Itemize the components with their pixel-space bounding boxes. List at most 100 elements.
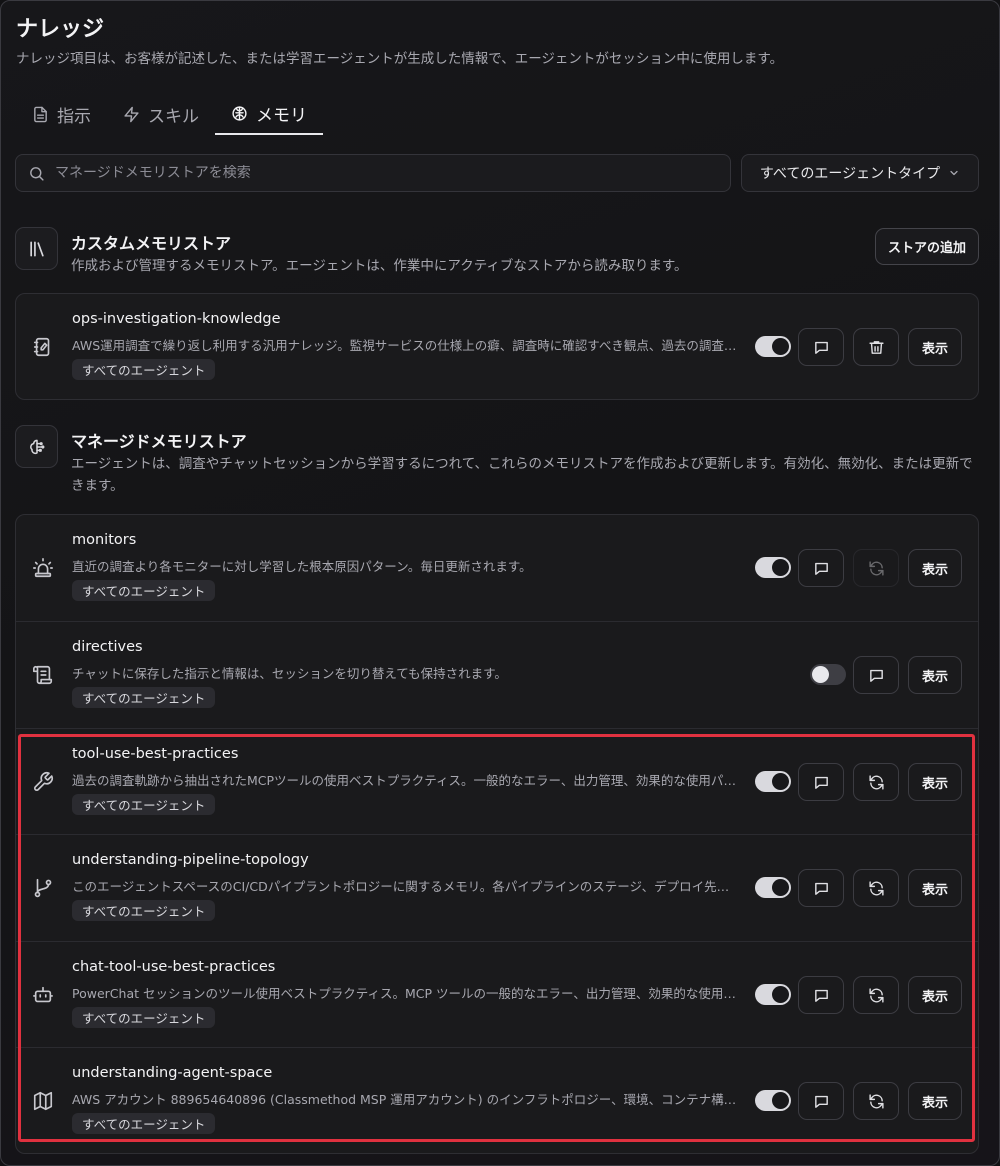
brain-circuit-icon-box	[15, 425, 58, 468]
store-description: PowerChat セッションのツール使用ベストプラクティス。MCP ツールの一…	[72, 986, 737, 1001]
managed-section-description: エージェントは、調査やチャットセッションから学習するにつれて、これらのメモリスト…	[71, 456, 973, 494]
refresh-icon	[868, 560, 884, 576]
knowledge-page: ナレッジ ナレッジ項目は、お客様が記述した、または学習エージェントが生成した情報…	[0, 0, 1000, 1166]
agent-badge: すべてのエージェント	[72, 1007, 216, 1028]
enable-toggle[interactable]	[810, 664, 846, 685]
message-square-icon	[869, 669, 883, 682]
store-name: understanding-pipeline-topology	[72, 852, 309, 868]
library-icon-box	[15, 227, 58, 270]
tab-memory[interactable]: メモリ	[215, 93, 323, 135]
list-item: tool-use-best-practices 過去の調査軌跡から抽出されたMC…	[16, 728, 978, 834]
list-item: chat-tool-use-best-practices PowerChat セ…	[16, 941, 978, 1047]
custom-section-title: カスタムメモリストア	[71, 234, 232, 253]
tab-instructions-label: 指示	[57, 106, 91, 127]
list-item: monitors 直近の調査より各モニターに対し学習した根本原因パターン。毎日更…	[16, 515, 978, 621]
view-button[interactable]: 表示	[908, 763, 962, 801]
agent-badge: すべてのエージェント	[72, 1113, 216, 1134]
agent-badge: すべてのエージェント	[72, 580, 216, 601]
trash-icon	[868, 340, 884, 354]
store-name: chat-tool-use-best-practices	[72, 959, 276, 975]
wrench-icon	[32, 771, 54, 793]
tab-instructions[interactable]: 指示	[16, 93, 107, 135]
chat-button[interactable]	[798, 1082, 844, 1120]
managed-store-card: monitors 直近の調査より各モニターに対し学習した根本原因パターン。毎日更…	[15, 514, 979, 1154]
delete-button[interactable]	[853, 328, 899, 366]
custom-store-card: ops-investigation-knowledge AWS運用調査で繰り返し…	[15, 293, 979, 400]
chat-button[interactable]	[798, 549, 844, 587]
enable-toggle[interactable]	[755, 336, 791, 357]
refresh-button[interactable]	[853, 549, 899, 587]
view-button[interactable]: 表示	[908, 328, 962, 366]
enable-toggle[interactable]	[755, 984, 791, 1005]
chat-button[interactable]	[798, 869, 844, 907]
refresh-icon	[868, 880, 884, 896]
agent-type-select-value: すべてのエージェントタイプ	[759, 166, 941, 182]
bot-icon	[32, 984, 54, 1006]
store-name: understanding-agent-space	[72, 1065, 273, 1081]
agent-type-select[interactable]: すべてのエージェントタイプ	[741, 154, 979, 192]
search-icon	[30, 166, 44, 181]
custom-section-description: 作成および管理するメモリストア。エージェントは、作業中にアクティブなストアから読…	[71, 258, 688, 274]
refresh-button[interactable]	[853, 763, 899, 801]
store-description: AWS アカウント 889654640896 (Classmethod MSP …	[72, 1092, 737, 1107]
page-title: ナレッジ	[16, 17, 105, 42]
tab-bar: 指示 スキル メモリ	[16, 93, 323, 137]
store-name: directives	[72, 639, 143, 655]
enable-toggle[interactable]	[755, 771, 791, 792]
store-description: 過去の調査軌跡から抽出されたMCPツールの使用ベストプラクティス。一般的なエラー…	[72, 773, 737, 788]
brain-circuit-icon	[29, 439, 44, 454]
store-description: AWS運用調査で繰り返し利用する汎用ナレッジ。監視サービスの仕様上の癖、調査時に…	[72, 338, 737, 353]
siren-icon	[32, 557, 54, 579]
chevron-down-icon	[950, 170, 958, 176]
list-item: directives チャットに保存した指示と情報は、セッションを切り替えても保…	[16, 621, 978, 727]
message-square-icon	[814, 776, 828, 789]
view-button[interactable]: 表示	[908, 869, 962, 907]
chat-button[interactable]	[798, 328, 844, 366]
page-subtitle: ナレッジ項目は、お客様が記述した、または学習エージェントが生成した情報で、エージ…	[16, 51, 784, 67]
store-description: 直近の調査より各モニターに対し学習した根本原因パターン。毎日更新されます。	[72, 559, 532, 574]
agent-badge: すべてのエージェント	[72, 900, 216, 921]
lightning-icon	[124, 106, 139, 122]
enable-toggle[interactable]	[755, 1090, 791, 1111]
add-store-button[interactable]: ストアの追加	[875, 228, 979, 265]
scroll-icon	[32, 664, 54, 686]
store-name: monitors	[72, 532, 137, 548]
tab-memory-label: メモリ	[256, 105, 307, 126]
chat-button[interactable]	[853, 656, 899, 694]
agent-badge: すべてのエージェント	[72, 794, 216, 815]
library-icon	[29, 241, 44, 256]
message-square-icon	[814, 882, 828, 895]
agent-badge: すべてのエージェント	[72, 687, 216, 708]
store-description: チャットに保存した指示と情報は、セッションを切り替えても保持されます。	[72, 666, 507, 681]
search-box	[15, 154, 731, 192]
store-name: tool-use-best-practices	[72, 746, 239, 762]
view-button[interactable]: 表示	[908, 656, 962, 694]
managed-section-title: マネージドメモリストア	[71, 432, 247, 451]
refresh-icon	[868, 987, 884, 1003]
view-button[interactable]: 表示	[908, 1082, 962, 1120]
refresh-button[interactable]	[853, 1082, 899, 1120]
search-input[interactable]	[55, 165, 695, 181]
chat-button[interactable]	[798, 976, 844, 1014]
list-item: understanding-agent-space AWS アカウント 8896…	[16, 1047, 978, 1153]
store-name: ops-investigation-knowledge	[72, 311, 281, 327]
enable-toggle[interactable]	[755, 557, 791, 578]
store-description: このエージェントスペースのCI/CDパイプラントポロジーに関するメモリ。各パイプ…	[72, 879, 737, 894]
tab-skills[interactable]: スキル	[107, 93, 215, 135]
view-button[interactable]: 表示	[908, 549, 962, 587]
tab-skills-label: スキル	[148, 106, 199, 127]
notebook-pen-icon	[32, 336, 54, 358]
message-square-icon	[814, 1095, 828, 1108]
list-item: understanding-pipeline-topology このエージェント…	[16, 834, 978, 940]
refresh-button[interactable]	[853, 869, 899, 907]
refresh-icon	[868, 1093, 884, 1109]
refresh-button[interactable]	[853, 976, 899, 1014]
document-icon	[34, 106, 47, 122]
chat-button[interactable]	[798, 763, 844, 801]
refresh-icon	[868, 774, 884, 790]
enable-toggle[interactable]	[755, 877, 791, 898]
message-square-icon	[814, 989, 828, 1002]
view-button[interactable]: 表示	[908, 976, 962, 1014]
message-square-icon	[814, 562, 828, 575]
git-branch-icon	[32, 877, 54, 899]
